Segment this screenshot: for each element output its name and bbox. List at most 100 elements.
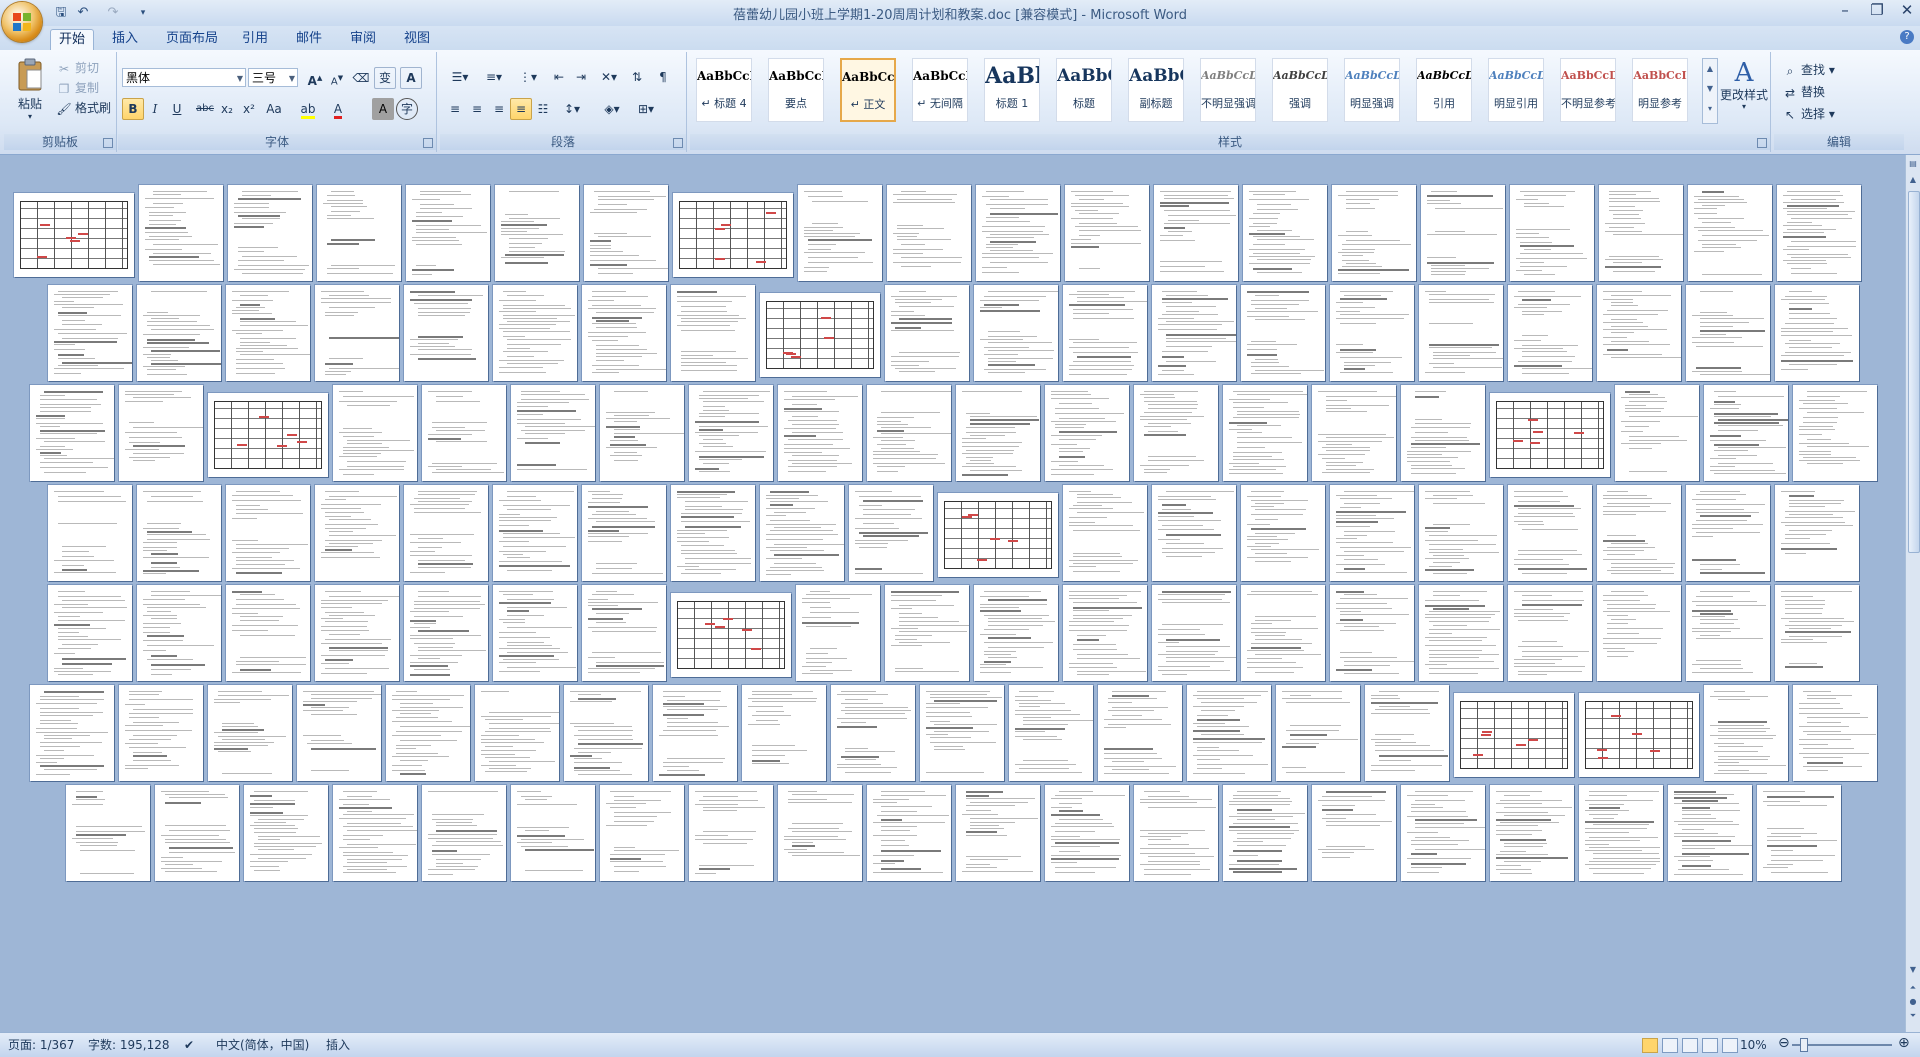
full-screen-reading-view-icon[interactable]: [1662, 1038, 1678, 1053]
page-thumbnail[interactable]: [671, 593, 791, 677]
page-thumbnail[interactable]: [760, 485, 844, 581]
page-thumbnail[interactable]: [1597, 585, 1681, 681]
browse-object-icon[interactable]: ●: [1908, 997, 1918, 1009]
print-layout-view-icon[interactable]: [1642, 1038, 1658, 1053]
page-thumbnail[interactable]: [404, 485, 488, 581]
page-thumbnail[interactable]: [386, 685, 470, 781]
page-thumbnail[interactable]: [1330, 585, 1414, 681]
page-thumbnail[interactable]: [778, 385, 862, 481]
enclose-characters-button[interactable]: 字: [396, 98, 418, 120]
page-thumbnail[interactable]: [564, 685, 648, 781]
style-item[interactable]: AaBbCcI 明显参考: [1632, 58, 1688, 122]
page-thumbnail[interactable]: [1312, 785, 1396, 881]
tab-mailings[interactable]: 邮件: [288, 29, 330, 49]
page-thumbnail[interactable]: [600, 785, 684, 881]
page-thumbnail[interactable]: [760, 293, 880, 377]
page-thumbnail[interactable]: [1152, 285, 1236, 381]
help-icon[interactable]: ?: [1900, 30, 1914, 44]
italic-button[interactable]: I: [144, 98, 166, 120]
scroll-thumb[interactable]: [1908, 191, 1920, 553]
shading-button[interactable]: ◈▾: [596, 98, 628, 120]
grow-font-button[interactable]: A▲: [304, 67, 326, 89]
page-thumbnail[interactable]: [742, 685, 826, 781]
tab-home[interactable]: 开始: [50, 29, 95, 51]
page-thumbnail[interactable]: [66, 785, 150, 881]
page-thumbnail[interactable]: [671, 285, 755, 381]
style-item[interactable]: AaBl 标题 1: [984, 58, 1040, 122]
tab-review[interactable]: 审阅: [342, 29, 384, 49]
page-thumbnail[interactable]: [315, 585, 399, 681]
scroll-up-icon[interactable]: ▲: [1908, 175, 1918, 187]
page-thumbnail[interactable]: [119, 385, 203, 481]
page-thumbnail[interactable]: [1063, 285, 1147, 381]
page-thumbnail[interactable]: [689, 785, 773, 881]
page-thumbnail[interactable]: [495, 185, 579, 281]
page-thumbnail[interactable]: [1419, 585, 1503, 681]
page-thumbnail[interactable]: [867, 385, 951, 481]
page-thumbnail[interactable]: [1704, 685, 1788, 781]
page-thumbnail[interactable]: [422, 785, 506, 881]
gallery-scroll[interactable]: ▲ ▼ ▾: [1702, 58, 1718, 124]
font-launcher-icon[interactable]: [423, 138, 433, 148]
page-thumbnail[interactable]: [1152, 585, 1236, 681]
word-count[interactable]: 字数: 195,128: [88, 1037, 169, 1053]
tab-page-layout[interactable]: 页面布局: [158, 29, 226, 49]
select-button[interactable]: ↖ 选择 ▾: [1782, 104, 1835, 124]
page-thumbnail[interactable]: [582, 285, 666, 381]
page-thumbnail[interactable]: [1152, 485, 1236, 581]
multilevel-list-button[interactable]: ⋮▾: [512, 66, 544, 88]
outline-view-icon[interactable]: [1702, 1038, 1718, 1053]
shrink-font-button[interactable]: A▼: [326, 67, 348, 89]
page-thumbnail[interactable]: [885, 285, 969, 381]
draft-view-icon[interactable]: [1722, 1038, 1738, 1053]
zoom-in-icon[interactable]: ⊕: [1898, 1035, 1910, 1051]
page-thumbnail[interactable]: [1419, 285, 1503, 381]
page-thumbnail[interactable]: [1510, 185, 1594, 281]
page-thumbnail[interactable]: [1615, 385, 1699, 481]
page-thumbnail[interactable]: [920, 685, 1004, 781]
page-thumbnail[interactable]: [778, 785, 862, 881]
page-thumbnail[interactable]: [493, 285, 577, 381]
bold-button[interactable]: B: [122, 98, 144, 120]
style-item[interactable]: AaBbCcDi强调: [1272, 58, 1328, 122]
page-thumbnail[interactable]: [48, 585, 132, 681]
page-thumbnail[interactable]: [137, 285, 221, 381]
page-thumbnail[interactable]: [1009, 685, 1093, 781]
office-button[interactable]: [2, 2, 42, 42]
page-thumbnail[interactable]: [1332, 185, 1416, 281]
decrease-indent-button[interactable]: ⇤: [548, 66, 570, 88]
page-thumbnail[interactable]: [1241, 585, 1325, 681]
increase-indent-button[interactable]: ⇥: [570, 66, 592, 88]
page-thumbnail[interactable]: [1686, 485, 1770, 581]
page-thumbnail[interactable]: [1793, 385, 1877, 481]
style-item[interactable]: AaBbCcDi不明显强调: [1200, 58, 1256, 122]
page-thumbnail[interactable]: [887, 185, 971, 281]
page-thumbnail[interactable]: [1401, 385, 1485, 481]
page-thumbnail[interactable]: [1312, 385, 1396, 481]
superscript-button[interactable]: x²: [238, 98, 260, 120]
style-item[interactable]: AaBbC(标题: [1056, 58, 1112, 122]
styles-launcher-icon[interactable]: [1757, 138, 1767, 148]
page-thumbnail[interactable]: [600, 385, 684, 481]
page-thumbnail[interactable]: [475, 685, 559, 781]
page-thumbnail[interactable]: [976, 185, 1060, 281]
change-styles-button[interactable]: A 更改样式 ▾: [1720, 58, 1768, 138]
underline-button[interactable]: U: [166, 98, 188, 120]
page-thumbnail[interactable]: [1419, 485, 1503, 581]
page-thumbnail[interactable]: [1490, 393, 1610, 477]
copy-button[interactable]: ❐ 复制: [56, 78, 99, 98]
page-thumbnail[interactable]: [1597, 285, 1681, 381]
page-thumbnail[interactable]: [1508, 285, 1592, 381]
line-spacing-button[interactable]: ↕▾: [556, 98, 588, 120]
web-layout-view-icon[interactable]: [1682, 1038, 1698, 1053]
zoom-out-icon[interactable]: ⊖: [1778, 1035, 1790, 1051]
style-item[interactable]: AaBbCcD 不明显参考: [1560, 58, 1616, 122]
tab-references[interactable]: 引用: [234, 29, 276, 49]
page-thumbnail[interactable]: [48, 485, 132, 581]
change-case-button[interactable]: Aa: [260, 98, 288, 120]
page-thumbnail[interactable]: [974, 585, 1058, 681]
page-thumbnail[interactable]: [1508, 485, 1592, 581]
document-area[interactable]: [0, 155, 1906, 1032]
page-thumbnail[interactable]: [938, 493, 1058, 577]
page-thumbnail[interactable]: [511, 385, 595, 481]
